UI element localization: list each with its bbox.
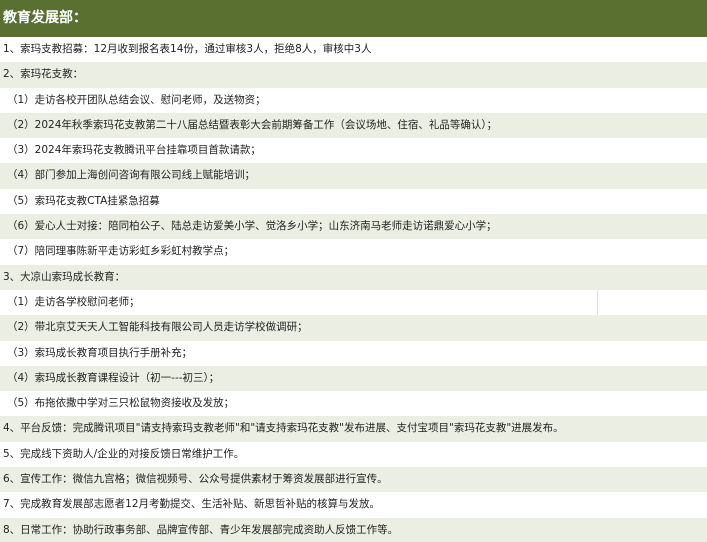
- list-item-row: 7、完成教育发展部志愿者12月考勤提交、生活补贴、新思哲补贴的核算与发放。: [0, 492, 707, 518]
- row-text: 2、索玛花支教：: [3, 68, 84, 81]
- row-text: （2）带北京艾天天人工智能科技有限公司人员走访学校做调研；: [7, 321, 308, 334]
- row-text: 3、大凉山索玛成长教育：: [3, 270, 126, 283]
- row-text: 6、宣传工作：微信九宫格；微信视频号、公众号提供素材于筹资发展部进行宣传。: [3, 473, 388, 486]
- sub-item-row: （2）带北京艾天天人工智能科技有限公司人员走访学校做调研；: [0, 315, 707, 341]
- list-item-row: 2、索玛花支教：: [0, 62, 707, 88]
- sub-item-row: （5）索玛花支教CTA挂紧急招募: [0, 188, 707, 215]
- sub-item-row: （4）索玛成长教育课程设计（初一---初三）；: [0, 365, 707, 392]
- row-text: 8、日常工作：协助行政事务部、品牌宣传部、青少年发展部完成资助人反馈工作等。: [3, 523, 399, 536]
- list-item-row: 6、宣传工作：微信九宫格；微信视频号、公众号提供素材于筹资发展部进行宣传。: [0, 467, 707, 493]
- sub-item-row: （5）布拖依撒中学对三只松鼠物资接收及发放；: [0, 391, 707, 417]
- list-item-row: 4、平台反馈：完成腾讯项目"请支持索玛支教老师"和"请支持索玛花支教"发布进展、…: [0, 416, 707, 442]
- sub-item-row: （6）爱心人士对接：陪同柏公子、陆总走访爱美小学、觉洛乡小学；山东济南马老师走访…: [0, 214, 707, 240]
- list-item-row: 8、日常工作：协助行政事务部、品牌宣传部、青少年发展部完成资助人反馈工作等。: [0, 517, 707, 542]
- row-text: （7）陪同理事陈新平走访彩虹乡彩虹村教学点；: [7, 245, 235, 258]
- row-text: （2）2024年秋季索玛花支教第二十八届总结暨表彰大会前期筹备工作（会议场地、住…: [7, 118, 498, 131]
- row-text: 5、完成线下资助人/企业的对接反馈日常维护工作。: [3, 447, 245, 460]
- row-text: （3）索玛成长教育项目执行手册补充；: [7, 346, 193, 359]
- sub-item-row: （3）索玛成长教育项目执行手册补充；: [0, 340, 707, 366]
- sub-item-row: （2）2024年秋季索玛花支教第二十八届总结暨表彰大会前期筹备工作（会议场地、住…: [0, 112, 707, 139]
- row-text: 4、平台反馈：完成腾讯项目"请支持索玛支教老师"和"请支持索玛花支教"发布进展、…: [3, 422, 564, 435]
- section-title: 教育发展部：: [3, 10, 87, 26]
- sub-item-row: （3）2024年索玛花支教腾讯平台挂靠项目首款请款；: [0, 138, 707, 164]
- section-header: 教育发展部：: [0, 0, 707, 37]
- report-table: 教育发展部： 1、索玛支教招募：12月收到报名表14份，通过审核3人，拒绝8人，…: [0, 0, 707, 542]
- sub-item-row: （7）陪同理事陈新平走访彩虹乡彩虹村教学点；: [0, 239, 707, 265]
- sub-item-row: （1）走访各学校慰问老师；: [0, 289, 707, 316]
- list-item-row: 3、大凉山索玛成长教育：: [0, 264, 707, 290]
- sub-item-row: （4）部门参加上海创问咨询有限公司线上赋能培训；: [0, 163, 707, 189]
- sub-item-row: （1）走访各校开团队总结会议、慰问老师，及送物资；: [0, 87, 707, 113]
- row-text: （4）索玛成长教育课程设计（初一---初三）；: [7, 371, 220, 384]
- row-text: （4）部门参加上海创问咨询有限公司线上赋能培训；: [7, 169, 256, 182]
- list-item-row: 1、索玛支教招募：12月收到报名表14份，通过审核3人，拒绝8人，审核中3人: [0, 37, 707, 63]
- row-text: （5）索玛花支教CTA挂紧急招募: [7, 194, 160, 207]
- row-text: 7、完成教育发展部志愿者12月考勤提交、生活补贴、新思哲补贴的核算与发放。: [3, 498, 381, 511]
- row-text: 1、索玛支教招募：12月收到报名表14份，通过审核3人，拒绝8人，审核中3人: [3, 43, 372, 55]
- row-text: （1）走访各校开团队总结会议、慰问老师，及送物资；: [7, 93, 266, 106]
- report-rows: 1、索玛支教招募：12月收到报名表14份，通过审核3人，拒绝8人，审核中3人 2、…: [0, 37, 707, 542]
- row-text: （5）布拖依撒中学对三只松鼠物资接收及发放；: [7, 397, 235, 410]
- row-text: （1）走访各学校慰问老师；: [7, 295, 140, 308]
- list-item-row: 5、完成线下资助人/企业的对接反馈日常维护工作。: [0, 441, 707, 468]
- row-text: （3）2024年索玛花支教腾讯平台挂靠项目首款请款；: [7, 144, 261, 157]
- row-text: （6）爱心人士对接：陪同柏公子、陆总走访爱美小学、觉洛乡小学；山东济南马老师走访…: [7, 220, 497, 233]
